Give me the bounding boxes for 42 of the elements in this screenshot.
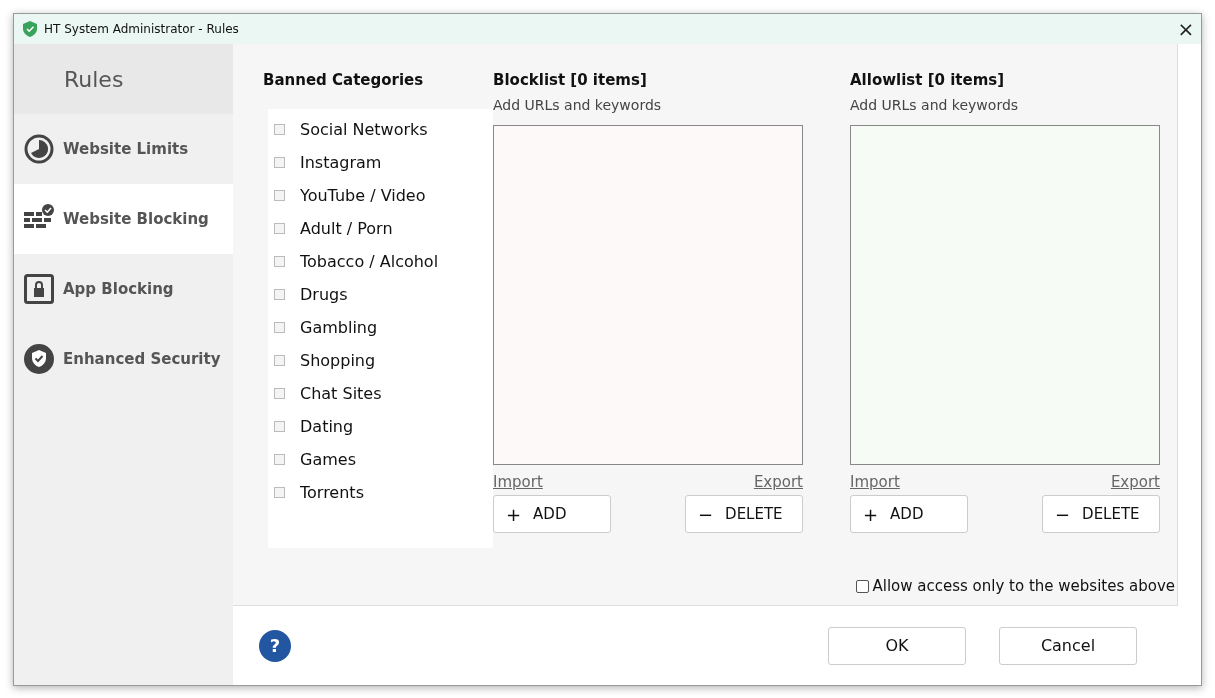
category-checkbox[interactable]: YouTube / Video: [268, 179, 493, 212]
section-heading: Banned Categories: [263, 71, 425, 91]
sidebar-title: Rules: [64, 66, 124, 92]
shield-check-icon: [24, 344, 54, 374]
window-title: HT System Administrator - Rules: [44, 22, 239, 36]
delete-button[interactable]: − DELETE: [685, 495, 803, 533]
list-heading: Blocklist [0 items]: [493, 71, 648, 91]
export-link[interactable]: Export: [1110, 473, 1160, 491]
ok-button[interactable]: OK: [828, 626, 966, 665]
category-checkbox[interactable]: Instagram: [268, 146, 493, 179]
list-subtitle: Add URLs and keywords: [493, 97, 663, 115]
import-link[interactable]: Import: [850, 473, 900, 491]
category-checkbox[interactable]: Gambling: [268, 311, 493, 344]
delete-button[interactable]: − DELETE: [1042, 495, 1160, 533]
clock-icon: [24, 134, 54, 164]
add-button[interactable]: + ADD: [493, 495, 611, 533]
sidebar-item[interactable]: Website Blocking: [14, 184, 233, 254]
close-button[interactable]: ×: [1171, 14, 1201, 44]
shield-icon: [23, 21, 37, 37]
category-checkbox[interactable]: Dating: [268, 410, 493, 443]
cancel-button[interactable]: Cancel: [999, 626, 1137, 665]
sidebar-item[interactable]: Website Limits: [14, 114, 233, 184]
sidebar-item[interactable]: Enhanced Security: [14, 324, 233, 394]
url-list-box[interactable]: [850, 125, 1160, 465]
export-link[interactable]: Export: [753, 473, 803, 491]
category-checkbox[interactable]: Drugs: [268, 278, 493, 311]
help-button[interactable]: ?: [259, 629, 291, 662]
category-checkbox[interactable]: Adult / Porn: [268, 212, 493, 245]
allow-only-checkbox[interactable]: Allow access only to the websites above: [856, 577, 1175, 595]
category-checkbox[interactable]: Chat Sites: [268, 377, 493, 410]
sidebar-item[interactable]: App Blocking: [14, 254, 233, 324]
category-checkbox[interactable]: Tobacco / Alcohol: [268, 245, 493, 278]
category-checkbox[interactable]: Shopping: [268, 344, 493, 377]
list-subtitle: Add URLs and keywords: [850, 97, 1020, 115]
category-checkbox[interactable]: Games: [268, 443, 493, 476]
padlock-window-icon: [24, 274, 54, 304]
category-checkbox[interactable]: Social Networks: [268, 113, 493, 146]
import-link[interactable]: Import: [493, 473, 543, 491]
list-heading: Allowlist [0 items]: [850, 71, 1006, 91]
url-list-box[interactable]: [493, 125, 803, 465]
add-button[interactable]: + ADD: [850, 495, 968, 533]
category-checkbox[interactable]: Torrents: [268, 476, 493, 509]
